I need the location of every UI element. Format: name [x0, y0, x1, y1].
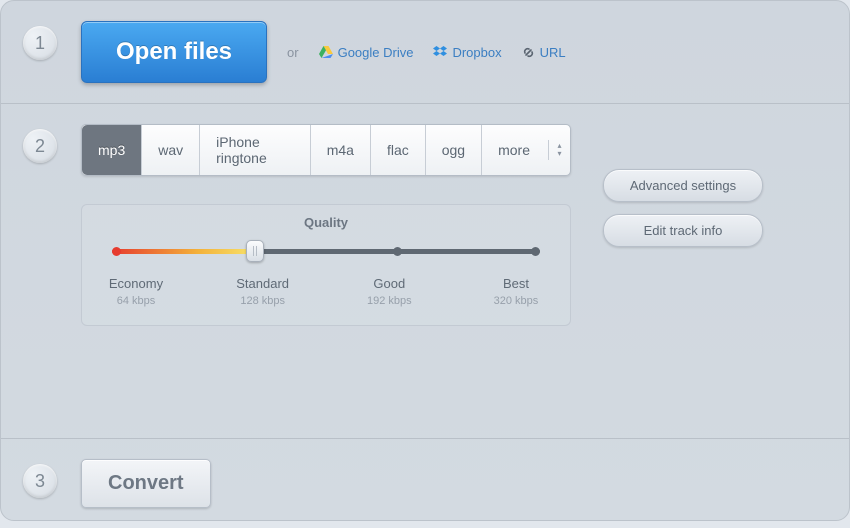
format-tab-wav[interactable]: wav	[142, 125, 200, 175]
quality-level-economy: Economy 64 kbps	[96, 276, 176, 307]
format-tab-m4a[interactable]: m4a	[311, 125, 371, 175]
url-label: URL	[540, 45, 566, 60]
edit-track-info-button[interactable]: Edit track info	[603, 214, 763, 247]
audio-converter-app: 1 Open files or Google Drive Dropbox	[0, 0, 850, 521]
side-buttons: Advanced settings Edit track info	[603, 169, 763, 247]
quality-labels: Economy 64 kbps Standard 128 kbps Good 1…	[96, 276, 556, 307]
quality-bitrate: 320 kbps	[476, 295, 556, 307]
quality-name: Economy	[96, 276, 176, 291]
quality-bitrate: 128 kbps	[223, 295, 303, 307]
step-badge-2: 2	[23, 129, 57, 163]
quality-slider[interactable]	[112, 244, 540, 258]
quality-level-standard: Standard 128 kbps	[223, 276, 303, 307]
quality-panel: Quality Economy 64 kbps Standard 128 kbp…	[81, 204, 571, 326]
quality-bitrate: 64 kbps	[96, 295, 176, 307]
slider-tick-best[interactable]	[531, 247, 540, 256]
quality-title: Quality	[102, 215, 550, 230]
quality-name: Standard	[223, 276, 303, 291]
format-tab-more-label: more	[498, 142, 530, 158]
dropbox-icon	[433, 46, 447, 58]
source-dropbox[interactable]: Dropbox	[433, 45, 501, 60]
quality-level-best: Best 320 kbps	[476, 276, 556, 307]
step-badge-1: 1	[23, 26, 57, 60]
step-1: 1 Open files or Google Drive Dropbox	[1, 1, 849, 104]
google-drive-icon	[319, 46, 333, 58]
convert-button[interactable]: Convert	[81, 459, 211, 508]
quality-level-good: Good 192 kbps	[349, 276, 429, 307]
advanced-settings-button[interactable]: Advanced settings	[603, 169, 763, 202]
quality-name: Best	[476, 276, 556, 291]
open-files-button[interactable]: Open files	[81, 21, 267, 83]
format-tabs: mp3 wav iPhone ringtone m4a flac ogg mor…	[81, 124, 571, 176]
source-google-drive[interactable]: Google Drive	[319, 45, 414, 60]
quality-bitrate: 192 kbps	[349, 295, 429, 307]
step-2: 2 mp3 wav iPhone ringtone m4a flac ogg m…	[1, 104, 849, 439]
format-tab-more[interactable]: more ▴▾	[482, 125, 570, 175]
slider-tick-economy[interactable]	[112, 247, 121, 256]
dropbox-label: Dropbox	[452, 45, 501, 60]
step-3: 3 Convert	[1, 439, 849, 528]
source-url[interactable]: URL	[522, 45, 566, 60]
slider-track-fill	[112, 249, 255, 254]
slider-tick-good[interactable]	[393, 247, 402, 256]
google-drive-label: Google Drive	[338, 45, 414, 60]
link-icon	[522, 46, 535, 59]
open-row: Open files or Google Drive Dropbox URL	[81, 21, 819, 83]
slider-thumb[interactable]	[246, 240, 264, 262]
format-tab-ogg[interactable]: ogg	[426, 125, 482, 175]
format-tab-flac[interactable]: flac	[371, 125, 426, 175]
format-tab-iphone-ringtone[interactable]: iPhone ringtone	[200, 125, 311, 175]
quality-name: Good	[349, 276, 429, 291]
more-stepper-icon[interactable]: ▴▾	[548, 140, 564, 160]
format-tab-mp3[interactable]: mp3	[82, 125, 142, 175]
or-text: or	[287, 45, 299, 60]
step-badge-3: 3	[23, 464, 57, 498]
